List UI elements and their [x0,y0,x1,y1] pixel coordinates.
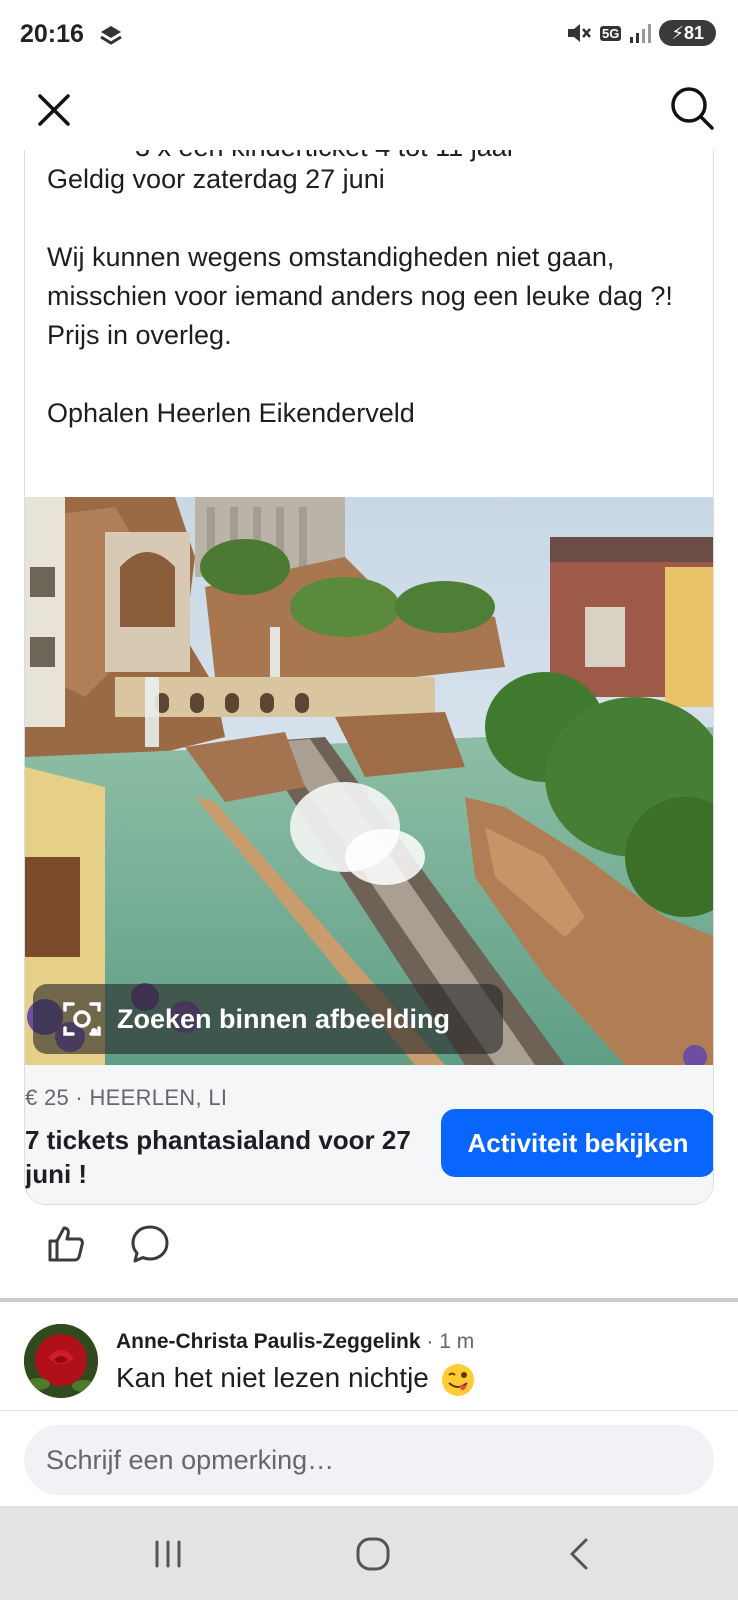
price-location: € 25 · HEERLEN, LI [25,1085,228,1110]
comment-time: · 1 m [420,1330,475,1353]
comment-icon[interactable] [128,1222,172,1266]
comment-text: Kan het niet lezen nichtje [116,1362,429,1393]
status-time: 20:16 [20,20,84,48]
theme-park-photo [25,497,713,1065]
post-line-price: Prijs in overleg. [47,320,232,350]
lens-icon [63,1002,101,1036]
battery-level: 81 [683,23,704,43]
avatar[interactable] [24,1324,98,1398]
search-icon[interactable] [668,84,716,132]
section-divider [0,1298,738,1302]
listing-title[interactable]: 7 tickets phantasialand voor 27 juni ! [25,1123,425,1191]
post-line-reason: Wij kunnen wegens omstandigheden niet ga… [47,242,673,311]
winking-tongue-emoji-icon [441,1363,474,1396]
status-icons: 5G ⚡81 [566,20,716,46]
comment-input[interactable] [24,1425,714,1495]
network-label: 5G [599,25,622,41]
visual-search-label: Zoeken binnen afbeelding [117,1003,451,1034]
close-icon[interactable] [32,88,76,132]
recent-apps-icon[interactable] [148,1534,188,1574]
comment-composer [0,1410,738,1506]
comment-author-line: Anne-Christa Paulis-Zeggelink · 1 m [116,1330,474,1354]
comment-item: Anne-Christa Paulis-Zeggelink · 1 m Kan … [0,1310,738,1405]
post-actions [0,1222,738,1282]
signal-icon [630,24,652,43]
like-icon[interactable] [44,1222,88,1266]
home-icon[interactable] [353,1534,393,1574]
post-text: Geldig voor zaterdag 27 juni Wij kunnen … [47,160,697,433]
status-bar: 20:16 5G ⚡81 [0,0,738,70]
top-bar [0,70,738,150]
post-line-validity: Geldig voor zaterdag 27 juni [47,164,385,194]
post-image[interactable]: Zoeken binnen afbeelding [25,497,713,1065]
visual-search-chip[interactable]: Zoeken binnen afbeelding [33,984,503,1054]
back-icon[interactable] [560,1534,600,1574]
battery-indicator: ⚡81 [659,20,716,46]
mute-icon [567,24,591,42]
system-nav-bar [0,1506,738,1600]
post-card: 3 x een kinderticket 4 tot 11 jaar Geldi… [24,150,714,1205]
marketplace-info: € 25 · HEERLEN, LI 7 tickets phantasiala… [25,1065,713,1204]
rose-avatar-image [24,1324,98,1398]
app-notification-icon [100,26,122,45]
comment-author[interactable]: Anne-Christa Paulis-Zeggelink [116,1330,421,1353]
post-line-pickup: Ophalen Heerlen Eikenderveld [47,398,415,428]
view-activity-button[interactable]: Activiteit bekijken [441,1109,713,1177]
comment-text-line: Kan het niet lezen nichtje [116,1362,475,1397]
